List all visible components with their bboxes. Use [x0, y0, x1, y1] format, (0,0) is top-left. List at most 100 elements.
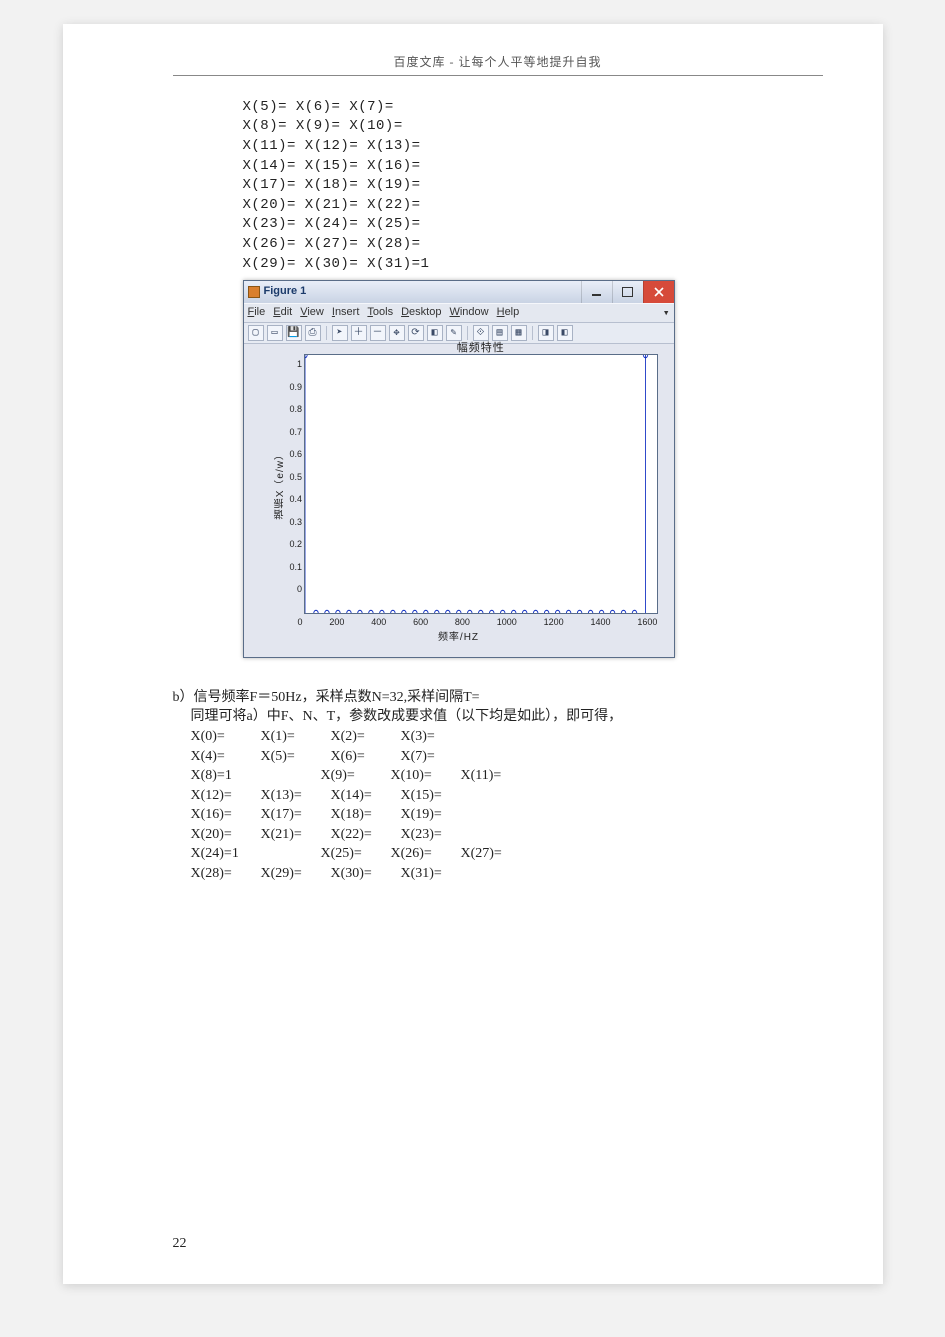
plot-box[interactable]: 幅频特性 — [304, 354, 657, 614]
new-figure-icon[interactable]: ▢ — [248, 325, 264, 341]
plot-area: 谐振X（e/w） 10.90.80.70.60.50.40.30.20.10 幅… — [244, 344, 674, 657]
matlab-icon — [248, 286, 260, 298]
code-block-top: X(5)= X(6)= X(7)= X(8)= X(9)= X(10)= X(1… — [243, 98, 823, 274]
menu-expand-icon[interactable]: ▾ — [663, 305, 670, 320]
row: X(16)=X(17)=X(18)=X(19)= — [191, 805, 823, 825]
x-value-rows: X(0)=X(1)=X(2)=X(3)=X(4)=X(5)=X(6)=X(7)=… — [191, 727, 823, 884]
y-tick: 0.4 — [290, 493, 303, 506]
x-cell: X(10)= — [391, 766, 461, 786]
x-cell: X(21)= — [261, 825, 331, 845]
x-cell: X(8)=1 — [191, 766, 321, 786]
toolbar-separator — [532, 326, 533, 340]
y-tick: 0.7 — [290, 426, 303, 439]
x-cell: X(17)= — [261, 805, 331, 825]
row: X(24)=1X(25)=X(26)=X(27)= — [191, 844, 823, 864]
pointer-icon[interactable]: ➤ — [332, 325, 348, 341]
x-tick: 1600 — [637, 616, 657, 629]
y-tick: 0.9 — [290, 381, 303, 394]
brush-icon[interactable]: ✎ — [446, 325, 462, 341]
x-tick: 600 — [413, 616, 428, 629]
page-number: 22 — [173, 1234, 187, 1254]
x-cell: X(4)= — [191, 747, 261, 767]
x-cell: X(3)= — [401, 727, 471, 747]
y-tick: 0.8 — [290, 403, 303, 416]
maximize-button[interactable] — [612, 281, 643, 303]
menu-desktop[interactable]: Desktop — [401, 305, 441, 320]
hide-plot-tools-icon[interactable]: ◨ — [538, 325, 554, 341]
x-cell: X(1)= — [261, 727, 331, 747]
x-cell: X(28)= — [191, 864, 261, 884]
open-icon[interactable]: ▭ — [267, 325, 283, 341]
row: X(12)=X(13)=X(14)=X(15)= — [191, 786, 823, 806]
x-ticks: 02004006008001000120014001600 — [298, 616, 658, 629]
y-ticks: 10.90.80.70.60.50.40.30.20.10 — [290, 354, 305, 614]
chart-svg — [305, 355, 656, 613]
zoom-out-icon[interactable]: － — [370, 325, 386, 341]
titlebar-left: Figure 1 — [248, 284, 307, 299]
y-tick: 0.2 — [290, 538, 303, 551]
y-tick: 0 — [297, 583, 302, 596]
header-divider — [173, 75, 823, 76]
data-cursor-icon[interactable]: ◧ — [427, 325, 443, 341]
x-cell: X(30)= — [331, 864, 401, 884]
x-tick: 0 — [298, 616, 303, 629]
window-controls — [581, 281, 674, 303]
x-cell: X(26)= — [391, 844, 461, 864]
x-cell: X(5)= — [261, 747, 331, 767]
x-cell: X(15)= — [401, 786, 471, 806]
toolbar-separator — [326, 326, 327, 340]
menu-tools[interactable]: Tools — [367, 305, 393, 320]
x-cell: X(13)= — [261, 786, 331, 806]
x-cell: X(20)= — [191, 825, 261, 845]
y-tick: 0.6 — [290, 448, 303, 461]
x-tick: 1000 — [497, 616, 517, 629]
menu-window[interactable]: Window — [449, 305, 488, 320]
y-axis-label: 谐振X（e/w） — [274, 449, 288, 519]
menu-edit[interactable]: Edit — [273, 305, 292, 320]
x-cell: X(9)= — [321, 766, 391, 786]
x-cell: X(12)= — [191, 786, 261, 806]
section-b: b）信号频率F＝50Hz，采样点数N=32,采样间隔T= 同理可将a）中F、N、… — [173, 688, 823, 884]
legend-icon[interactable]: ▦ — [511, 325, 527, 341]
x-cell: X(16)= — [191, 805, 261, 825]
rotate-icon[interactable]: ⟳ — [408, 325, 424, 341]
toolbar-separator — [467, 326, 468, 340]
x-cell: X(31)= — [401, 864, 471, 884]
save-icon[interactable]: 💾 — [286, 325, 302, 341]
y-tick: 0.1 — [290, 561, 303, 574]
y-tick: 0.5 — [290, 471, 303, 484]
y-tick: 1 — [297, 358, 302, 371]
row: X(8)=1X(9)=X(10)=X(11)= — [191, 766, 823, 786]
menu-file[interactable]: File — [248, 305, 266, 320]
page-header: 百度文库 - 让每个人平等地提升自我 — [173, 54, 823, 71]
section-b-line1: b）信号频率F＝50Hz，采样点数N=32,采样间隔T= — [173, 688, 823, 708]
x-tick: 1400 — [591, 616, 611, 629]
x-cell: X(14)= — [331, 786, 401, 806]
x-cell: X(11)= — [461, 766, 531, 786]
menu-view[interactable]: View — [300, 305, 324, 320]
print-icon[interactable]: ⎙ — [305, 325, 321, 341]
x-tick: 400 — [371, 616, 386, 629]
document-page: 百度文库 - 让每个人平等地提升自我 X(5)= X(6)= X(7)= X(8… — [63, 24, 883, 1284]
matlab-figure-window: Figure 1 File Edit View Insert Tools Des… — [243, 280, 675, 658]
window-titlebar[interactable]: Figure 1 — [244, 281, 674, 303]
plot-axes: 谐振X（e/w） 10.90.80.70.60.50.40.30.20.10 幅… — [274, 354, 658, 614]
row: X(4)=X(5)=X(6)=X(7)= — [191, 747, 823, 767]
figure-title: Figure 1 — [264, 284, 307, 299]
x-cell: X(24)=1 — [191, 844, 321, 864]
section-b-line2: 同理可将a）中F、N、T，参数改成要求值（以下均是如此），即可得， — [191, 707, 823, 727]
menu-help[interactable]: Help — [497, 305, 520, 320]
show-plot-tools-icon[interactable]: ◧ — [557, 325, 573, 341]
minimize-button[interactable] — [581, 281, 612, 303]
close-button[interactable] — [643, 281, 674, 303]
zoom-in-icon[interactable]: ＋ — [351, 325, 367, 341]
x-cell: X(22)= — [331, 825, 401, 845]
link-icon[interactable]: ⟐ — [473, 325, 489, 341]
colorbar-icon[interactable]: ▤ — [492, 325, 508, 341]
x-cell: X(7)= — [401, 747, 471, 767]
x-cell: X(23)= — [401, 825, 471, 845]
menu-insert[interactable]: Insert — [332, 305, 360, 320]
x-axis-label: 频率/HZ — [250, 631, 668, 645]
x-cell: X(0)= — [191, 727, 261, 747]
pan-icon[interactable]: ✥ — [389, 325, 405, 341]
